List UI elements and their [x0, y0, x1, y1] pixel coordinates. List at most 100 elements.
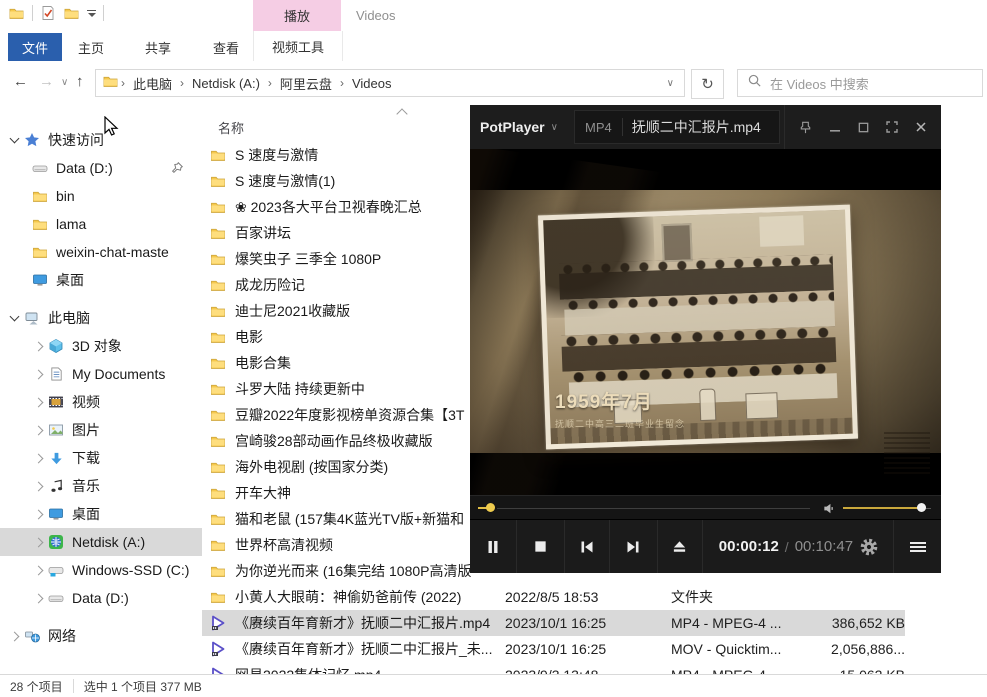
tab-video-tools[interactable]: 视频工具 — [253, 31, 343, 61]
sidebar-item-label: Data (D:) — [56, 160, 113, 176]
expander-icon[interactable] — [30, 595, 46, 602]
new-folder-icon[interactable] — [63, 6, 80, 21]
sidebar-item-windows-ssd[interactable]: Windows-SSD (C:) — [0, 556, 202, 584]
minimize-icon[interactable] — [828, 120, 842, 134]
sort-ascending-icon[interactable] — [396, 108, 407, 119]
ribbon-tab-strip: 文件 主页 共享 查看 视频工具 — [0, 31, 987, 63]
sidebar-item-quick-access[interactable]: 快速访问 — [0, 126, 202, 154]
sidebar-item-3d-objects[interactable]: 3D 对象 — [0, 332, 202, 360]
windows-drive-icon — [46, 562, 66, 578]
crumb-separator-icon: › — [338, 76, 346, 90]
sidebar-item-music[interactable]: 音乐 — [0, 472, 202, 500]
sidebar-item-downloads[interactable]: 下载 — [0, 444, 202, 472]
volume-thumb[interactable] — [917, 503, 926, 512]
expander-icon[interactable] — [30, 539, 46, 546]
pause-button[interactable] — [470, 520, 517, 573]
open-eject-button[interactable] — [658, 520, 703, 573]
address-dropdown-chevron-icon[interactable]: ∨ — [667, 78, 674, 89]
sidebar-item-label: 音乐 — [72, 476, 100, 496]
sidebar-item-label: 桌面 — [72, 504, 100, 524]
next-button[interactable] — [610, 520, 658, 573]
fullscreen-icon[interactable] — [885, 120, 899, 134]
sidebar-item-network[interactable]: 网络 — [0, 622, 202, 650]
crumb-videos[interactable]: Videos — [346, 76, 398, 91]
tab-file[interactable]: 文件 — [8, 33, 62, 61]
column-header-name[interactable]: 名称 — [218, 118, 244, 137]
expander-icon[interactable] — [30, 483, 46, 490]
folder-icon — [210, 589, 228, 605]
sidebar-item-desktop-qa[interactable]: 桌面 — [0, 266, 202, 294]
close-icon[interactable] — [914, 120, 928, 134]
playlist-menu-button[interactable] — [894, 520, 941, 573]
expander-icon[interactable] — [30, 567, 46, 574]
breadcrumb[interactable]: › 此电脑 › Netdisk (A:) › 阿里云盘 › Videos ∨ — [95, 69, 685, 97]
desktop-icon — [30, 272, 50, 288]
customize-qat-dropdown-icon[interactable] — [87, 10, 96, 17]
volume-speaker-icon[interactable] — [822, 501, 837, 521]
sidebar-item-weixin-chat[interactable]: weixin-chat-maste — [0, 238, 202, 266]
volume-bar[interactable] — [843, 507, 923, 509]
folder-icon — [210, 251, 228, 267]
expander-icon[interactable] — [30, 427, 46, 434]
previous-button[interactable] — [565, 520, 610, 573]
sidebar-item-my-documents[interactable]: My Documents — [0, 360, 202, 388]
folder-icon — [210, 199, 228, 215]
sidebar-item-data-d[interactable]: Data (D:) — [0, 584, 202, 612]
crumb-netdisk[interactable]: Netdisk (A:) — [186, 76, 266, 91]
up-icon[interactable]: ↑ — [76, 73, 84, 90]
potplayer-title-panel: MP4 抚顺二中汇报片.mp4 — [574, 110, 780, 144]
recent-locations-chevron-icon[interactable]: ∨ — [61, 77, 68, 88]
expander-icon[interactable] — [30, 371, 46, 378]
music-icon — [46, 479, 66, 494]
crumb-aliyun-drive[interactable]: 阿里云盘 — [274, 74, 338, 93]
seek-thumb[interactable] — [486, 503, 495, 512]
sidebar-item-videos[interactable]: 视频 — [0, 388, 202, 416]
address-bar: ← → ∨ ↑ › 此电脑 › Netdisk (A:) › 阿里云盘 › Vi… — [0, 62, 987, 104]
crumb-this-pc[interactable]: 此电脑 — [127, 74, 178, 93]
sidebar-item-label: 视频 — [72, 392, 100, 412]
expander-icon[interactable] — [30, 399, 46, 406]
video-display-area[interactable]: 1959年7月 抚顺二中高三二班毕业生留念 — [470, 149, 941, 495]
file-row[interactable]: 小黄人大眼萌：神偷奶爸前传 (2022)2022/8/5 18:53文件夹 — [202, 584, 905, 610]
search-box[interactable]: 在 Videos 中搜索 — [737, 69, 983, 97]
maximize-icon[interactable] — [857, 121, 870, 134]
sidebar-item-lama[interactable]: lama — [0, 210, 202, 238]
forward-icon[interactable]: → — [39, 73, 54, 90]
expander-icon[interactable] — [6, 633, 22, 640]
sidebar-item-netdisk[interactable]: Netdisk (A:) — [0, 528, 202, 556]
refresh-button[interactable]: ↻ — [691, 69, 724, 99]
sidebar-item-bin[interactable]: bin — [0, 182, 202, 210]
properties-check-icon[interactable] — [40, 5, 56, 21]
tab-view[interactable]: 查看 — [213, 33, 239, 61]
potplayer-app-menu[interactable]: PotPlayer — [480, 119, 545, 135]
sidebar-item-desktop[interactable]: 桌面 — [0, 500, 202, 528]
folder-icon — [210, 459, 228, 475]
settings-gear-icon[interactable] — [859, 537, 879, 557]
netdisk-icon — [46, 534, 66, 550]
expander-icon[interactable] — [6, 138, 22, 142]
folder-icon[interactable] — [8, 6, 25, 21]
file-row[interactable]: 《赓续百年育新才》抚顺二中汇报片_未...2023/10/1 16:25MOV … — [202, 636, 905, 662]
expander-icon[interactable] — [30, 511, 46, 518]
expander-icon[interactable] — [30, 455, 46, 462]
expander-icon[interactable] — [6, 316, 22, 320]
folder-icon — [210, 173, 228, 189]
seek-bar[interactable] — [497, 508, 810, 510]
sidebar-item-data-d-pinned[interactable]: Data (D:) — [0, 154, 202, 182]
stop-button[interactable] — [517, 520, 565, 573]
refresh-icon: ↻ — [701, 75, 714, 93]
address-folder-icon — [102, 74, 119, 92]
sidebar-item-pictures[interactable]: 图片 — [0, 416, 202, 444]
tab-home[interactable]: 主页 — [78, 33, 104, 61]
always-on-top-pin-icon[interactable] — [798, 120, 813, 135]
cube-icon — [46, 338, 66, 354]
newspaper-clippings — [884, 432, 930, 476]
file-row-selected[interactable]: 《赓续百年育新才》抚顺二中汇报片.mp42023/10/1 16:25MP4 -… — [202, 610, 905, 636]
sidebar-item-label: 桌面 — [56, 270, 84, 290]
sidebar-item-this-pc[interactable]: 此电脑 — [0, 304, 202, 332]
tab-share[interactable]: 共享 — [145, 33, 171, 61]
sidebar-item-label: Data (D:) — [72, 590, 129, 606]
potplayer-titlebar[interactable]: PotPlayer ∨ MP4 抚顺二中汇报片.mp4 — [470, 105, 941, 149]
expander-icon[interactable] — [30, 343, 46, 350]
back-icon[interactable]: ← — [13, 73, 28, 90]
